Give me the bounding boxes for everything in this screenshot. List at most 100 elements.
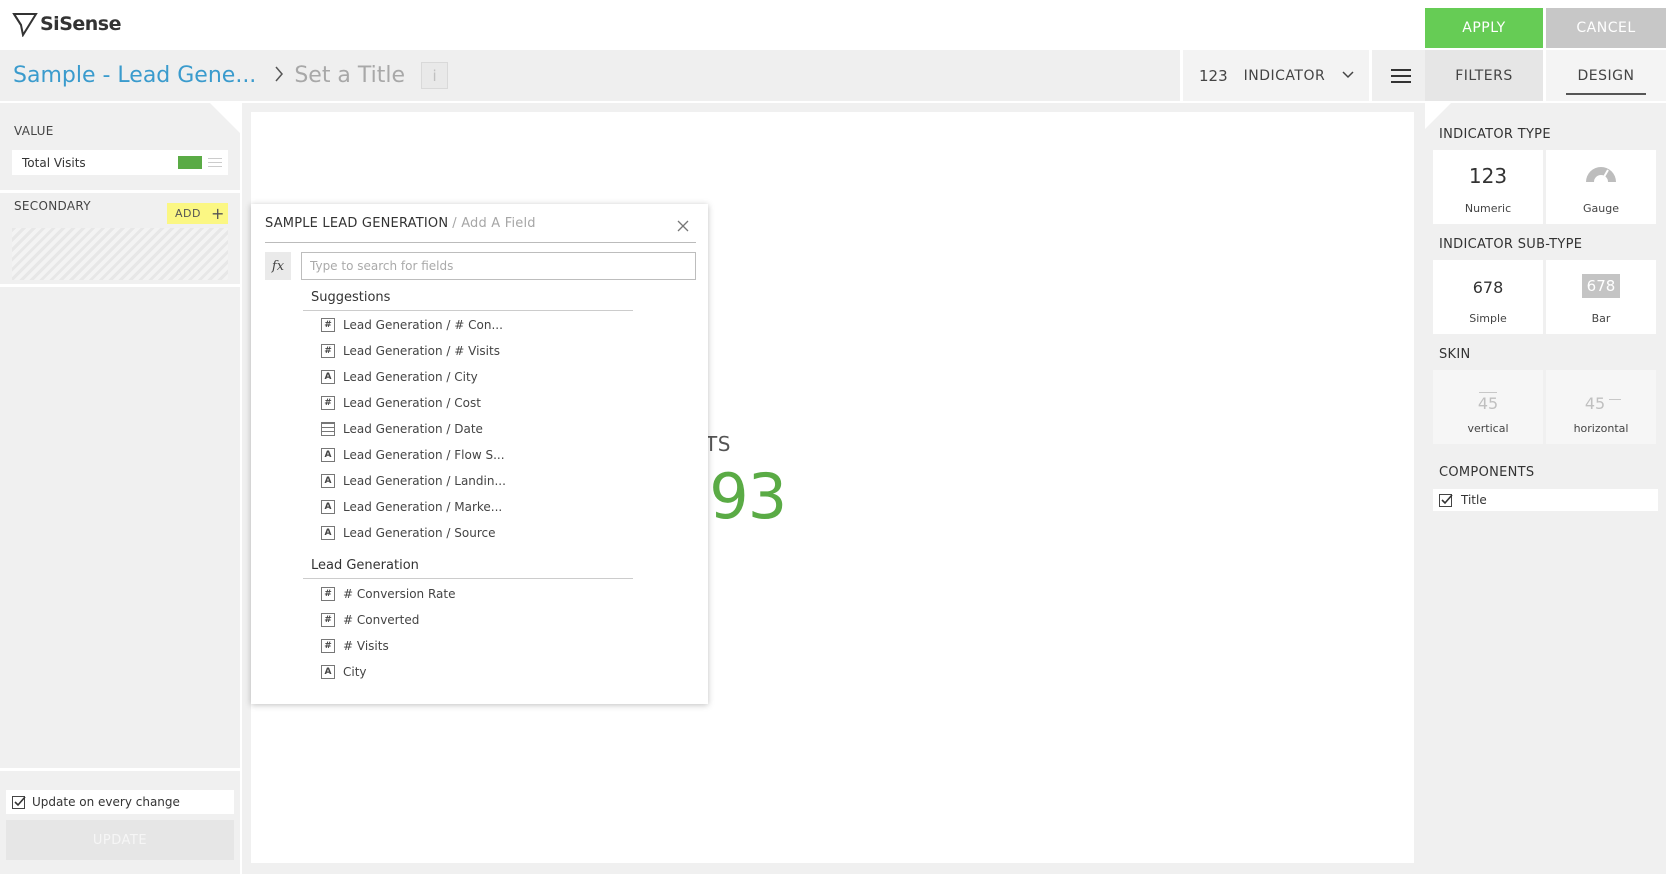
text-field-icon: A [321,370,335,384]
field-search-input[interactable] [301,252,696,280]
text-field-icon: A [321,474,335,488]
horizontal-caption: horizontal [1573,422,1629,435]
top-bar: SiSense APPLY CANCEL [0,0,1666,48]
calendar-icon [321,422,335,436]
skin-horizontal-option[interactable]: 45 horizontal [1546,370,1656,444]
field-name: Lead Generation / # Con... [343,318,503,332]
field-name: Lead Generation / # Visits [343,344,500,358]
apply-button[interactable]: APPLY [1425,8,1543,48]
suggestions-header: Suggestions [311,290,391,305]
formula-button[interactable]: fx [265,252,291,280]
numeric-field-icon: # [321,396,335,410]
subtype-simple-option[interactable]: 678 Simple [1433,260,1543,334]
cancel-button[interactable]: CANCEL [1546,8,1666,48]
value-field-name: Total Visits [22,155,86,170]
simple-preview: 678 [1472,278,1504,297]
secondary-drop-zone[interactable] [12,228,228,280]
sisense-logo[interactable]: SiSense [12,9,122,39]
update-on-change-checkbox[interactable]: Update on every change [6,790,234,814]
chevron-down-icon [1342,71,1354,79]
hamburger-menu-icon[interactable] [1376,50,1425,101]
field-list-item[interactable]: A Lead Generation / City [321,366,621,388]
logo-icon [12,13,38,37]
gauge-icon [1586,167,1616,183]
lead-generation-header: Lead Generation [311,558,419,573]
components-label: COMPONENTS [1439,465,1535,480]
field-name: # Visits [343,639,389,653]
add-label: ADD [175,207,201,220]
numeric-caption: Numeric [1464,202,1512,215]
checkbox-checked-icon [1439,493,1453,507]
skin-vertical-option[interactable]: 45 vertical [1433,370,1543,444]
popup-header: SAMPLE LEAD GENERATION / Add A Field [265,216,536,231]
tab-filters[interactable]: FILTERS [1425,50,1543,101]
skin-label: SKIN [1439,347,1471,362]
component-title-label: Title [1461,493,1487,507]
group-divider [303,310,633,311]
field-list-item[interactable]: A Lead Generation / Marke... [321,496,621,518]
field-list-item[interactable]: # # Converted [321,609,621,631]
breadcrumb: Sample - Lead Gene... Set a Title i [13,62,449,89]
field-list-item[interactable]: Lead Generation / Date [321,418,621,440]
field-list-item[interactable]: # # Conversion Rate [321,583,621,605]
field-list-item[interactable]: # Lead Generation / # Visits [321,340,621,362]
add-field-popup: SAMPLE LEAD GENERATION/ Add A Field fx S… [251,204,708,704]
field-list-item[interactable]: A Lead Generation / Source [321,522,621,544]
text-field-icon: A [321,448,335,462]
field-menu-icon[interactable] [208,157,222,169]
field-list-item[interactable]: # Lead Generation / Cost [321,392,621,414]
field-name: Lead Generation / Marke... [343,500,503,514]
info-icon[interactable]: i [421,62,449,89]
popup-divider [265,242,696,243]
divider [0,190,240,193]
subtype-bar-option[interactable]: 678 Bar [1546,260,1656,334]
update-button[interactable]: UPDATE [6,820,234,860]
numeric-field-icon: # [321,344,335,358]
widget-toolbar: Sample - Lead Gene... Set a Title i 123 … [0,50,1425,101]
close-icon[interactable] [675,218,691,234]
indicator-subtype-label: INDICATOR SUB-TYPE [1439,237,1583,252]
divider [0,284,240,287]
numeric-field-icon: # [321,318,335,332]
field-list-item[interactable]: A Lead Generation / Flow S... [321,444,621,466]
field-list-item[interactable]: A City [321,661,621,683]
chevron-right-icon [274,64,284,88]
indicator-type-label: INDICATOR TYPE [1439,127,1551,142]
type-numeric-option[interactable]: 123 Numeric [1433,150,1543,224]
field-list-item[interactable]: A Lead Generation / Landin... [321,470,621,492]
value-field-item[interactable]: Total Visits [12,150,228,175]
divider [0,768,240,771]
field-name: Lead Generation / Flow S... [343,448,505,462]
group-divider [303,578,633,579]
field-name: City [343,665,367,679]
widget-type-label: INDICATOR [1243,67,1326,84]
numeric-preview: 123 [1468,164,1508,188]
add-secondary-button[interactable]: ADD + [167,203,228,224]
type-gauge-option[interactable]: Gauge [1546,150,1656,224]
vertical-preview: 45 [1477,394,1499,413]
field-name: Lead Generation / Landin... [343,474,506,488]
update-on-change-label: Update on every change [32,795,180,809]
skin-line [1479,392,1497,393]
popup-subtitle: / Add A Field [452,216,536,231]
field-list-item[interactable]: # Lead Generation / # Con... [321,314,621,336]
numeric-field-icon: # [321,587,335,601]
field-name: Lead Generation / City [343,370,478,384]
popup-title: SAMPLE LEAD GENERATION [265,216,449,231]
field-name: Lead Generation / Cost [343,396,481,410]
gauge-caption: Gauge [1583,202,1619,215]
component-title-checkbox[interactable]: Title [1433,489,1658,511]
panel-corner [1425,103,1451,129]
color-picker-swatch[interactable] [178,156,202,169]
datasource-link[interactable]: Sample - Lead Gene... [13,63,256,88]
field-name: Lead Generation / Source [343,526,496,540]
secondary-section-label: SECONDARY [14,199,91,213]
field-list-item[interactable]: # # Visits [321,635,621,657]
numeric-field-icon: # [321,613,335,627]
plus-icon: + [210,203,225,223]
widget-type-number: 123 [1199,66,1228,85]
widget-title-input[interactable]: Set a Title [294,63,405,88]
active-tab-indicator [1566,93,1646,95]
widget-type-dropdown[interactable]: 123 INDICATOR [1180,50,1372,101]
simple-caption: Simple [1469,312,1507,325]
